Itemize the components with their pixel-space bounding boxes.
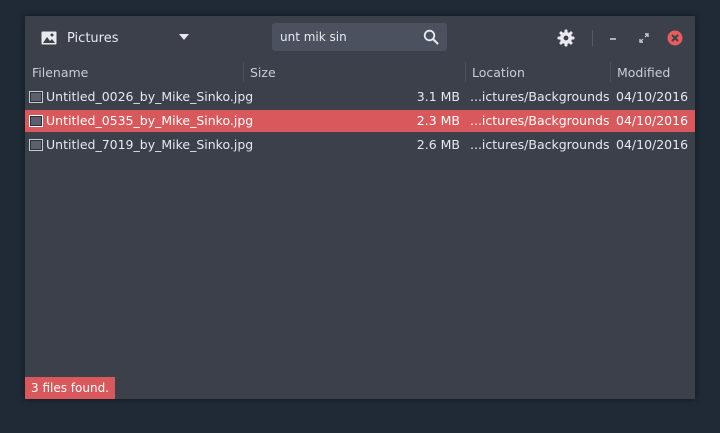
file-modified: 04/10/2016 xyxy=(616,137,689,152)
search-window: Pictures unt mik sin Filename Size Locat… xyxy=(25,16,695,399)
table-row[interactable]: Untitled_0026_by_Mike_Sinko.jpg 3.1 MB .… xyxy=(25,86,695,108)
table-header: Filename Size Location Modified xyxy=(25,62,695,84)
file-name: Untitled_0535_by_Mike_Sinko.jpg xyxy=(46,113,254,128)
column-header-modified[interactable]: Modified xyxy=(617,65,670,80)
toolbar: Pictures xyxy=(25,16,695,62)
restore-icon[interactable] xyxy=(636,30,652,46)
minimize-icon[interactable] xyxy=(605,30,621,46)
file-name: Untitled_7019_by_Mike_Sinko.jpg xyxy=(46,137,254,152)
file-location: ...ictures/Backgrounds xyxy=(470,113,610,128)
column-divider[interactable] xyxy=(243,62,244,82)
file-location: ...ictures/Backgrounds xyxy=(470,137,610,152)
image-file-icon xyxy=(29,139,43,151)
file-name: Untitled_0026_by_Mike_Sinko.jpg xyxy=(46,89,254,104)
place-label: Pictures xyxy=(67,30,119,46)
column-header-filename[interactable]: Filename xyxy=(32,65,88,80)
search-box[interactable] xyxy=(272,23,447,51)
column-divider[interactable] xyxy=(610,62,611,82)
file-modified: 04/10/2016 xyxy=(616,89,689,104)
column-header-size[interactable]: Size xyxy=(250,65,276,80)
place-selector[interactable]: Pictures xyxy=(35,24,195,52)
image-icon xyxy=(41,31,57,45)
close-icon[interactable] xyxy=(667,30,683,46)
file-size: 2.3 MB xyxy=(416,113,460,128)
file-size: 2.6 MB xyxy=(416,137,460,152)
column-divider[interactable] xyxy=(465,62,466,82)
column-header-location[interactable]: Location xyxy=(472,65,525,80)
file-size: 3.1 MB xyxy=(416,89,460,104)
file-modified: 04/10/2016 xyxy=(616,113,689,128)
table-row-selected[interactable]: Untitled_0535_by_Mike_Sinko.jpg 2.3 MB .… xyxy=(25,110,695,132)
image-file-icon xyxy=(29,91,43,103)
chevron-down-icon[interactable] xyxy=(179,34,189,40)
gear-icon[interactable] xyxy=(557,29,575,47)
search-input[interactable] xyxy=(280,27,410,47)
toolbar-separator xyxy=(592,30,593,46)
status-bar: 3 files found. xyxy=(25,377,115,399)
table-row[interactable]: Untitled_7019_by_Mike_Sinko.jpg 2.6 MB .… xyxy=(25,134,695,156)
search-icon[interactable] xyxy=(423,29,439,45)
image-file-icon xyxy=(29,115,43,127)
file-location: ...ictures/Backgrounds xyxy=(470,89,610,104)
